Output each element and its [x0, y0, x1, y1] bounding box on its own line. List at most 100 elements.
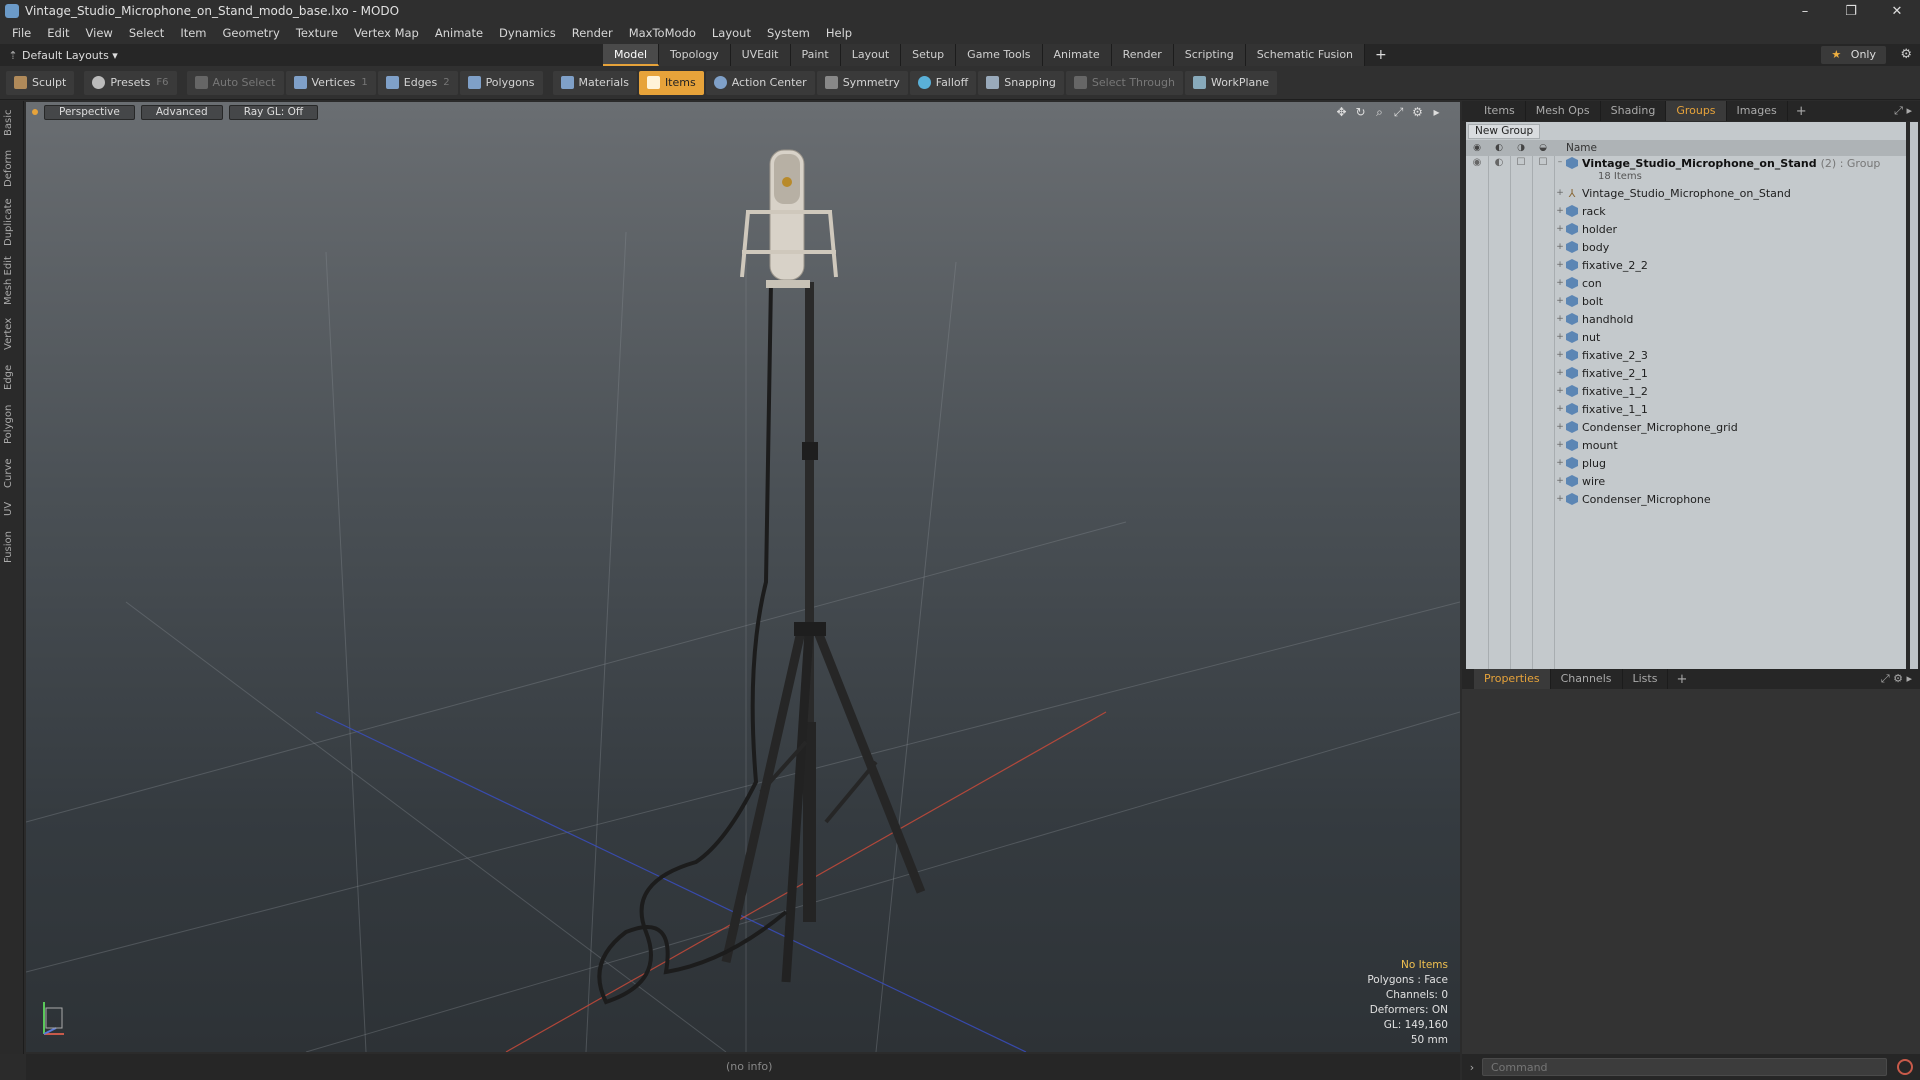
vtab-deform[interactable]: Deform [3, 147, 21, 189]
vtab-fusion[interactable]: Fusion [3, 527, 21, 567]
pin-icon[interactable]: ⇡ [4, 49, 22, 62]
name-column-header[interactable]: Name [1566, 142, 1597, 154]
vtab-vertex[interactable]: Vertex [3, 315, 21, 353]
expand-icon[interactable]: + [1554, 404, 1566, 414]
properties-menu-icon[interactable]: ⤢ ⚙ ▸ [1881, 672, 1912, 686]
menu-edit[interactable]: Edit [39, 26, 77, 40]
tab-shading[interactable]: Shading [1601, 101, 1667, 121]
vtab-polygon[interactable]: Polygon [3, 401, 21, 447]
tab-uvedit[interactable]: UVEdit [730, 44, 791, 66]
polygons-button[interactable]: Polygons [459, 70, 543, 95]
groups-scrollbar[interactable] [1910, 122, 1918, 678]
tab-setup[interactable]: Setup [901, 44, 957, 66]
symmetry-button[interactable]: Symmetry [816, 70, 908, 95]
items-button[interactable]: Items [638, 70, 704, 95]
tab-model[interactable]: Model [603, 44, 660, 66]
vertices-button[interactable]: Vertices 1 [285, 70, 376, 95]
visibility-column-icon[interactable]: ◉ [1466, 143, 1488, 153]
tab-game-tools[interactable]: Game Tools [956, 44, 1043, 66]
action-center-button[interactable]: Action Center [705, 70, 815, 95]
vtab-basic[interactable]: Basic [3, 107, 21, 139]
vtab-duplicate[interactable]: Duplicate [3, 197, 21, 247]
expand-icon[interactable]: + [1554, 278, 1566, 288]
menu-view[interactable]: View [78, 26, 121, 40]
tab-lists[interactable]: Lists [1623, 669, 1669, 689]
tab-animate[interactable]: Animate [1042, 44, 1112, 66]
rotate-icon[interactable]: ↻ [1351, 105, 1370, 120]
tab-schematic-fusion[interactable]: Schematic Fusion [1245, 44, 1366, 66]
chevron-right-icon[interactable]: › [1462, 1061, 1482, 1074]
menu-system[interactable]: System [759, 26, 818, 40]
fit-icon[interactable]: ⤢ [1389, 105, 1408, 120]
expand-icon[interactable]: + [1554, 260, 1566, 270]
menu-vertex-map[interactable]: Vertex Map [346, 26, 427, 40]
lock-column-icon[interactable]: ◑ [1510, 143, 1532, 153]
microphone-stand-model[interactable] [597, 149, 926, 1005]
tab-render[interactable]: Render [1111, 44, 1174, 66]
auto-select-button[interactable]: Auto Select [186, 70, 284, 95]
tab-items[interactable]: Items [1474, 101, 1526, 121]
vtab-mesh-edit[interactable]: Mesh Edit [3, 255, 21, 307]
workplane-button[interactable]: WorkPlane [1184, 70, 1277, 95]
vtab-curve[interactable]: Curve [3, 455, 21, 491]
tab-layout[interactable]: Layout [840, 44, 902, 66]
add-properties-tab-button[interactable]: + [1668, 672, 1695, 687]
collapse-icon[interactable]: – [1554, 157, 1566, 167]
command-history-icon[interactable] [1897, 1059, 1913, 1075]
expand-icon[interactable]: + [1554, 440, 1566, 450]
close-icon[interactable]: ✕ [1874, 0, 1920, 22]
add-panel-tab-button[interactable]: + [1788, 104, 1815, 119]
menu-texture[interactable]: Texture [288, 26, 346, 40]
tab-groups[interactable]: Groups [1666, 101, 1727, 121]
presets-button[interactable]: Presets F6 [84, 70, 177, 95]
tab-topology[interactable]: Topology [659, 44, 731, 66]
expand-icon[interactable]: + [1554, 296, 1566, 306]
only-toggle-button[interactable]: ★ Only [1821, 46, 1886, 64]
menu-animate[interactable]: Animate [427, 26, 491, 40]
lock-toggle-icon[interactable]: ☐ [1510, 157, 1532, 168]
expand-icon[interactable]: + [1554, 422, 1566, 432]
expand-icon[interactable]: + [1554, 314, 1566, 324]
raygl-button[interactable]: Ray GL: Off [228, 104, 319, 120]
edges-button[interactable]: Edges 2 [377, 70, 458, 95]
menu-geometry[interactable]: Geometry [215, 26, 288, 40]
menu-select[interactable]: Select [121, 26, 172, 40]
layout-selector[interactable]: ⇡ Default Layouts ▾ [4, 49, 117, 62]
3d-viewport[interactable]: Perspective Advanced Ray GL: Off ✥ ↻ ⌕ ⤢… [26, 102, 1460, 1052]
view-perspective-button[interactable]: Perspective [44, 104, 135, 120]
menu-file[interactable]: File [4, 26, 39, 40]
expand-icon[interactable]: + [1554, 242, 1566, 252]
add-layout-tab-button[interactable]: + [1365, 44, 1397, 66]
new-group-button[interactable]: New Group [1468, 123, 1541, 139]
vtab-edge[interactable]: Edge [3, 361, 21, 393]
shading-advanced-button[interactable]: Advanced [140, 104, 223, 120]
visibility-toggle-icon[interactable]: ◉ [1466, 157, 1488, 168]
expand-icon[interactable]: + [1554, 332, 1566, 342]
expand-icon[interactable]: + [1554, 386, 1566, 396]
tab-properties[interactable]: Properties [1474, 669, 1551, 689]
select-column-icon[interactable]: ◒ [1532, 143, 1554, 153]
snapping-button[interactable]: Snapping [978, 70, 1064, 95]
viewport-gear-icon[interactable]: ⚙ [1408, 105, 1427, 120]
zoom-icon[interactable]: ⌕ [1370, 105, 1389, 120]
expand-icon[interactable]: + [1554, 458, 1566, 468]
render-column-icon[interactable]: ◐ [1488, 143, 1510, 153]
viewport-expand-icon[interactable]: ▸ [1427, 105, 1446, 120]
sculpt-button[interactable]: Sculpt [6, 70, 75, 95]
expand-icon[interactable]: + [1554, 224, 1566, 234]
pan-icon[interactable]: ✥ [1332, 105, 1351, 120]
menu-render[interactable]: Render [564, 26, 621, 40]
tab-channels[interactable]: Channels [1551, 669, 1623, 689]
tab-scripting[interactable]: Scripting [1173, 44, 1246, 66]
expand-icon[interactable]: + [1554, 494, 1566, 504]
expand-icon[interactable]: + [1554, 368, 1566, 378]
select-toggle-icon[interactable]: ☐ [1532, 157, 1554, 168]
minimize-icon[interactable]: – [1782, 0, 1828, 22]
tab-images[interactable]: Images [1727, 101, 1788, 121]
materials-button[interactable]: Materials [552, 70, 637, 95]
menu-item[interactable]: Item [172, 26, 214, 40]
menu-maxtomodo[interactable]: MaxToModo [621, 26, 704, 40]
menu-help[interactable]: Help [818, 26, 860, 40]
gear-icon[interactable]: ⚙ [1900, 47, 1912, 62]
expand-icon[interactable]: + [1554, 350, 1566, 360]
